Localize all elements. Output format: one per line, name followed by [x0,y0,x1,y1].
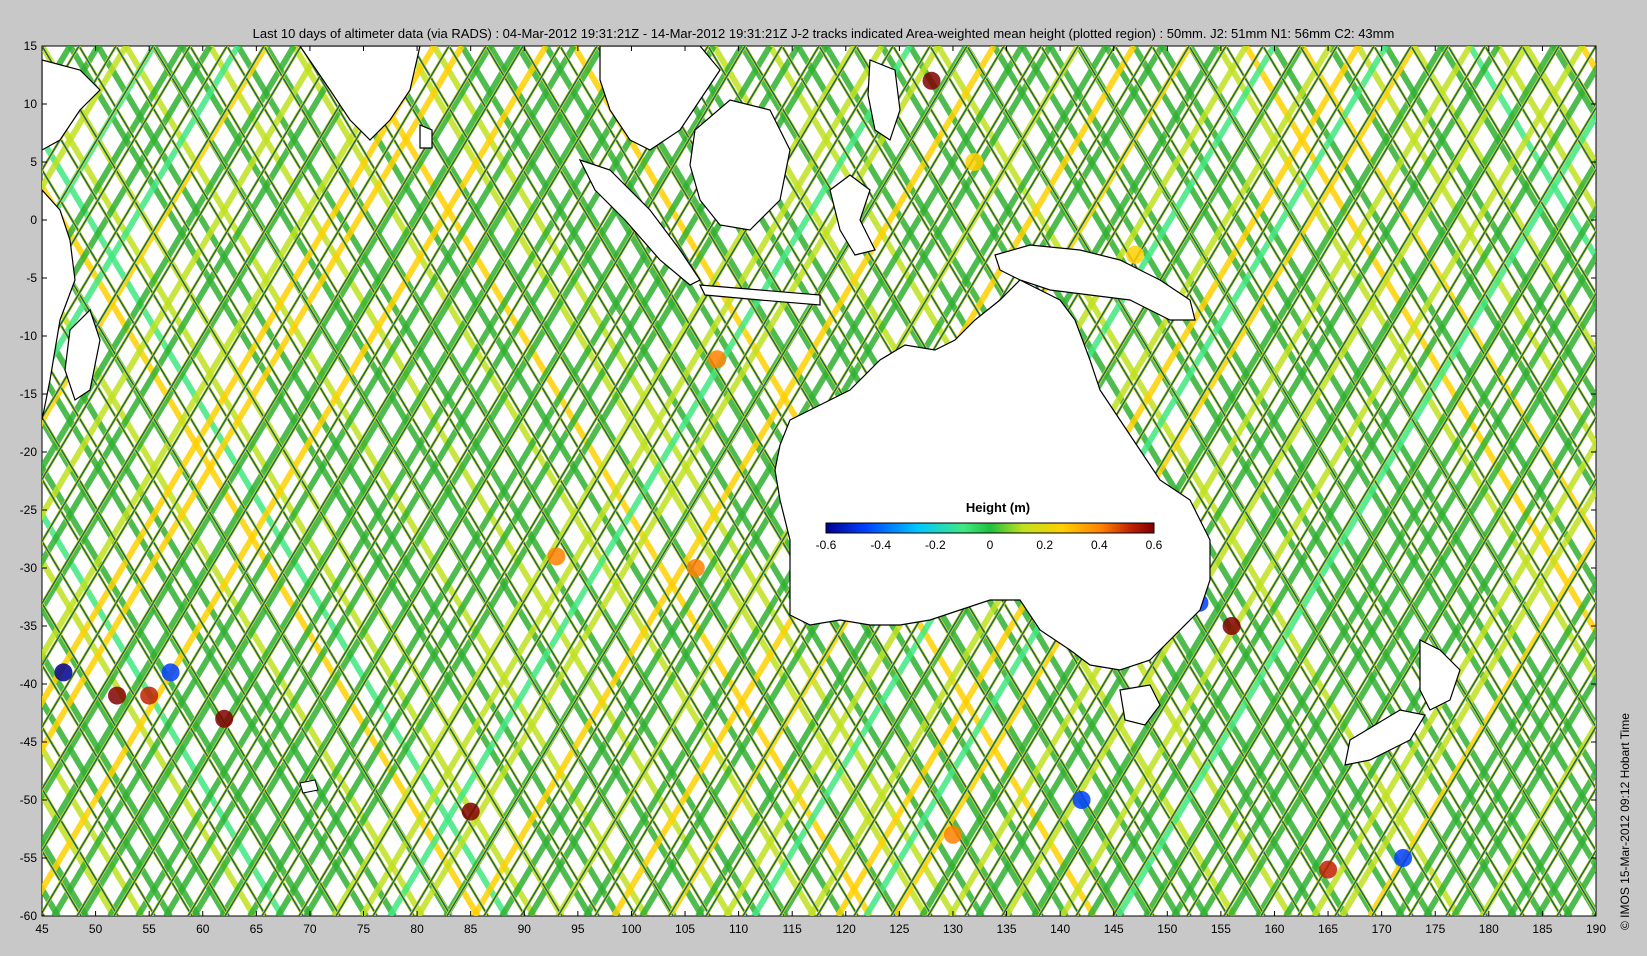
lon-tick-label: 85 [464,922,478,936]
lon-tick-label: 155 [1211,922,1231,936]
colorbar [825,522,1155,534]
lon-tick-label: 135 [997,922,1017,936]
lon-tick-label: 145 [1104,922,1124,936]
lat-tick-label: 0 [30,213,37,227]
j2-track-edge [1633,46,1647,916]
lon-tick-label: 80 [410,922,424,936]
anomaly-mark [1126,245,1145,264]
lon-tick-label: 110 [729,922,748,936]
lon-tick-label: 120 [836,922,856,936]
anomaly-mark [547,547,566,566]
j2-track-edge [0,46,5,916]
anomaly-mark [461,802,480,821]
j2-track [1631,46,1647,916]
lat-tick-label: -15 [20,387,38,401]
j2-track [0,46,7,916]
lon-tick-label: 45 [35,922,49,936]
lon-tick-label: 175 [1425,922,1445,936]
credit-text: © IMOS 15-Mar-2012 09:12 Hobart Time [1618,713,1632,930]
colorbar-tick-label: -0.4 [870,538,891,552]
lat-tick-label: -10 [20,329,38,343]
lat-tick-label: 10 [24,97,38,111]
j2-track-edge [0,46,7,916]
pass-track [42,46,45,52]
colorbar-gradient [825,522,1155,534]
lat-tick-label: -25 [20,503,38,517]
lat-tick-label: 15 [24,39,38,53]
colorbar-tick-label: 0 [986,538,994,552]
j2-track [0,46,5,916]
lon-tick-label: 100 [621,922,641,936]
j2-track-edge [42,46,44,49]
lon-tick-label: 115 [783,922,802,936]
anomaly-mark [708,350,727,369]
colorbar-tick-label: -0.2 [924,538,946,552]
lon-tick-label: 170 [1372,922,1392,936]
pass-track [0,46,14,916]
lat-tick-label: -50 [20,793,38,807]
lon-tick-label: 180 [1479,922,1499,936]
anomaly-mark [108,686,127,705]
lon-tick-label: 125 [889,922,909,936]
lon-tick-label: 165 [1318,922,1338,936]
colorbar-tick-label: 0.6 [1145,538,1163,552]
lon-tick-label: 75 [357,922,371,936]
pass-track [0,46,2,916]
lat-tick-label: -30 [20,561,38,575]
j2-track-edge [42,909,46,916]
anomaly-mark [1319,860,1338,879]
lon-tick-label: 130 [943,922,963,936]
lat-tick-label: 5 [30,155,37,169]
colorbar-tick-label: 0.2 [1036,538,1053,552]
lat-tick-label: -5 [26,271,37,285]
anomaly-mark [943,825,962,844]
pass-track [0,46,30,916]
anomaly-mark [161,663,180,682]
lon-tick-label: 160 [1264,922,1284,936]
j2-track [42,46,43,48]
colorbar-tick-label: -0.6 [815,538,837,552]
lon-tick-label: 70 [303,922,317,936]
lon-tick-label: 95 [571,922,585,936]
anomaly-mark [965,153,984,171]
anomaly-mark [1394,849,1413,867]
anomaly-mark [1072,791,1091,809]
colorbar-tick-label: 0.4 [1090,538,1108,552]
lat-tick-label: -20 [20,445,38,459]
lon-tick-label: 185 [1532,922,1552,936]
altimeter-map[interactable]: 45 50 55 60 65 70 75 80 85 90 95 100 105 110 115 120 125… [0,0,1647,956]
pass-track [1638,46,1647,916]
lat-tick-label: -40 [20,677,38,691]
lon-tick-label: 60 [196,922,210,936]
colorbar-title: Height (m) [965,500,1031,515]
anomaly-mark [1222,617,1241,635]
lon-tick-label: 50 [89,922,103,936]
lon-tick-label: 65 [250,922,264,936]
lon-tick-label: 105 [675,922,695,936]
lon-tick-label: 140 [1050,922,1070,936]
j2-track [42,911,45,916]
anomaly-mark [922,71,941,90]
lon-tick-label: 55 [142,922,156,936]
anomaly-mark [140,686,159,705]
j2-track [1633,46,1647,916]
lon-tick-label: 150 [1157,922,1177,936]
j2-track-edge [1631,46,1647,916]
anomaly-mark [215,709,234,728]
lat-tick-label: -35 [20,619,38,633]
lon-tick-label: 190 [1586,922,1606,936]
lat-tick-label: -60 [20,909,38,923]
anomaly-mark [686,559,705,577]
lat-tick-label: -55 [20,851,38,865]
lat-tick-label: -45 [20,735,38,749]
lon-tick-label: 90 [518,922,532,936]
anomaly-mark [54,663,73,682]
